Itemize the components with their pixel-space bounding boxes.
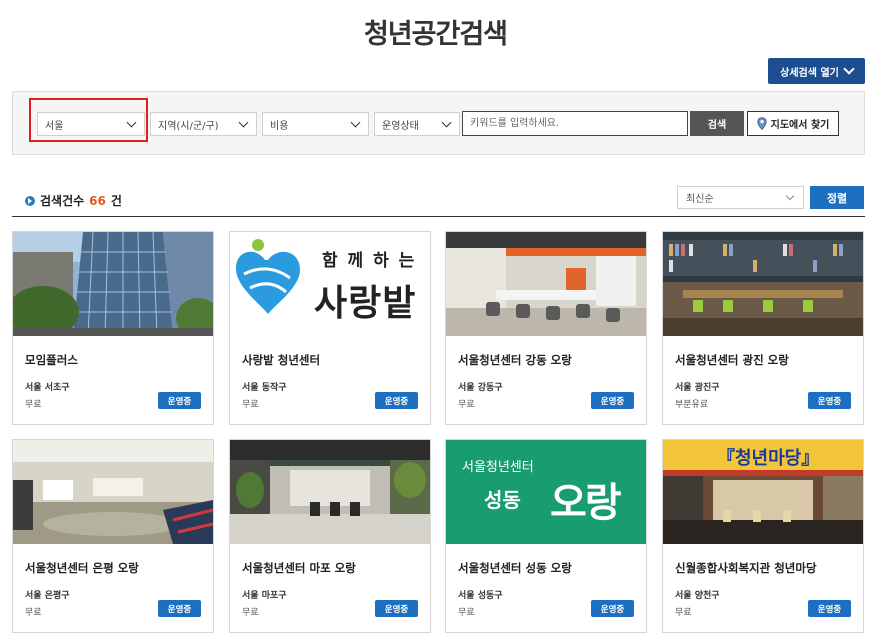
district-select[interactable]: 지역(시/군/구) [150, 112, 257, 136]
space-fee: 무료 [25, 400, 42, 410]
space-card[interactable]: 서울청년센터 광진 오랑 서울 광진구 부분유료 운영중 [662, 231, 864, 425]
space-fee: 무료 [242, 608, 259, 618]
space-card[interactable]: 서울청년센터 성동 오랑 서울청년센터 성동 오랑 서울 성동구 무료 운영중 [445, 439, 647, 633]
space-location: 서울 마포구 [242, 591, 287, 601]
space-photo [230, 440, 430, 544]
space-name: 서울청년센터 마포 오랑 [242, 561, 356, 575]
status-select[interactable]: 운영상태 [374, 112, 460, 136]
space-location: 서울 서초구 [25, 383, 70, 393]
space-name: 모임플러스 [25, 353, 78, 367]
sort-select[interactable]: 최신순 [677, 186, 804, 209]
space-fee: 무료 [458, 608, 475, 618]
space-fee: 무료 [25, 608, 42, 618]
chevron-down-icon [785, 191, 795, 201]
space-logo: 함 께 하 는 사랑밭 [230, 232, 430, 336]
logo-district: 성동 [484, 488, 521, 512]
status-badge: 운영중 [808, 392, 851, 409]
status-badge: 운영중 [591, 392, 634, 409]
space-logo: 서울청년센터 성동 오랑 [446, 440, 646, 544]
chevron-down-icon [441, 117, 452, 128]
status-badge: 운영중 [375, 392, 418, 409]
cost-select-value: 비용 [270, 120, 289, 132]
page-title: 청년공간검색 [363, 19, 508, 50]
space-card[interactable]: 모임플러스 서울 서초구 무료 운영중 [12, 231, 214, 425]
keyword-input[interactable] [462, 111, 688, 136]
space-location: 서울 광진구 [675, 383, 720, 393]
space-card[interactable]: 서울청년센터 마포 오랑 서울 마포구 무료 운영중 [229, 439, 431, 633]
highlight-box [29, 98, 148, 142]
space-name: 사랑밭 청년센터 [242, 353, 321, 367]
space-photo [13, 232, 213, 336]
map-search-label: 지도에서 찾기 [770, 120, 830, 131]
logo-wordmark: 사랑밭 [314, 283, 417, 324]
status-badge: 운영중 [591, 600, 634, 617]
logo-tagline: 함 께 하 는 [322, 251, 417, 271]
result-count-label: 검색건수 [40, 194, 85, 208]
space-photo [13, 440, 213, 544]
sort-select-value: 최신순 [686, 194, 714, 205]
status-badge: 운영중 [158, 392, 201, 409]
space-fee: 무료 [675, 608, 692, 618]
space-location: 서울 강동구 [458, 383, 503, 393]
space-card[interactable]: 서울청년센터 은평 오랑 서울 은평구 무료 운영중 [12, 439, 214, 633]
result-count-unit: 건 [110, 194, 122, 208]
space-location: 서울 은평구 [25, 591, 70, 601]
chevron-down-icon [238, 117, 249, 128]
space-name: 신월종합사회복지관 청년마당 [675, 561, 817, 575]
space-card[interactable]: 서울청년센터 강동 오랑 서울 강동구 무료 운영중 [445, 231, 647, 425]
status-badge: 운영중 [375, 600, 418, 617]
arrow-circle-icon [25, 195, 35, 206]
space-photo [663, 232, 863, 336]
space-name: 서울청년센터 광진 오랑 [675, 353, 789, 367]
map-pin-icon [757, 117, 767, 130]
space-location: 서울 동작구 [242, 383, 287, 393]
space-card[interactable]: 『청년마당』 신월종합사회복지관 청년마당 서울 양천구 무료 운영중 [662, 439, 864, 633]
logo-center-name: 서울청년센터 [462, 460, 534, 475]
space-name: 서울청년센터 강동 오랑 [458, 353, 572, 367]
map-search-button[interactable]: 지도에서 찾기 [747, 111, 839, 136]
storefront-banner-text: 『청년마당』 [717, 448, 820, 469]
result-count: 검색건수 66 건 [25, 192, 122, 209]
logo-word: 오랑 [550, 480, 622, 526]
advanced-search-button[interactable]: 상세검색 열기 [768, 58, 865, 84]
search-button[interactable]: 검색 [690, 111, 744, 136]
space-location: 서울 양천구 [675, 591, 720, 601]
cost-select[interactable]: 비용 [262, 112, 369, 136]
space-photo [446, 232, 646, 336]
advanced-search-label: 상세검색 열기 [780, 67, 839, 79]
space-photo: 『청년마당』 [663, 440, 863, 544]
space-fee: 무료 [458, 400, 475, 410]
space-card[interactable]: 함 께 하 는 사랑밭 사랑밭 청년센터 서울 동작구 무료 운영중 [229, 231, 431, 425]
space-fee: 부분유료 [675, 400, 709, 410]
divider [12, 216, 865, 217]
district-select-value: 지역(시/군/구) [158, 120, 219, 132]
status-badge: 운영중 [158, 600, 201, 617]
space-name: 서울청년센터 성동 오랑 [458, 561, 572, 575]
space-name: 서울청년센터 은평 오랑 [25, 561, 139, 575]
sort-button[interactable]: 정렬 [810, 186, 864, 209]
result-count-number: 66 [89, 193, 106, 208]
space-location: 서울 성동구 [458, 591, 503, 601]
chevron-down-icon [350, 117, 361, 128]
chevron-down-icon [843, 63, 855, 75]
status-badge: 운영중 [808, 600, 851, 617]
status-select-value: 운영상태 [382, 120, 419, 132]
space-fee: 무료 [242, 400, 259, 410]
page: 청년공간검색 상세검색 열기 서울 지역(시/군/구) 비용 운영상태 검색 지… [0, 0, 871, 639]
